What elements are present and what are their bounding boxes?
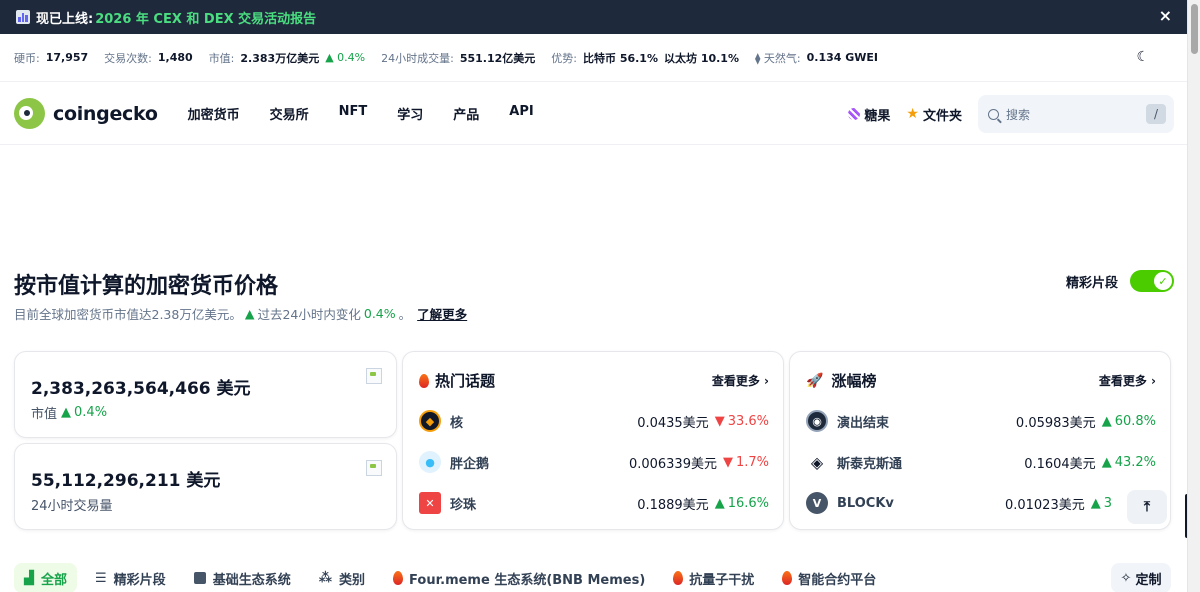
trending-row[interactable]: ● 胖企鹅 0.006339美元 ▼ 1.7% [419,450,769,474]
close-icon[interactable]: × [1159,8,1172,24]
gainer-row[interactable]: ◈ 斯泰克斯通 0.1604美元 ▲ 43.2% [806,450,1156,474]
tab-base-ecosystem[interactable]: 基础生态系统 [193,563,301,592]
stat-coins[interactable]: 硬币: 17,957 [14,50,88,66]
stakestone-coin-icon: ◈ [806,451,828,473]
showover-coin-icon: ◉ [806,410,828,432]
scrollbar-thumb[interactable] [1191,4,1198,54]
sparkline-image [366,368,382,384]
global-stats-bar: 硬币: 17,957 交易次数: 1,480 市值: 2.383万亿美元 ▲ 0.4% … [0,34,1187,82]
fire-icon [393,571,404,585]
nav-item-nft[interactable]: NFT [339,104,368,123]
page-subtitle: 目前全球加密货币市值达2.38万亿美元。 ▲ 过去24小时内变化 0.4% 。 … [14,304,468,323]
market-cap-card[interactable]: 2,383,263,564,466 美元 市值 ▲ 0.4% [14,351,397,438]
tab-all[interactable]: ▟ 全部 [14,563,78,592]
caret-up-icon: ▲ [714,495,725,511]
arrow-up-icon: ⤒ [1143,499,1151,515]
chart-icon: ▟ [24,570,34,586]
nav-item-products[interactable]: 产品 [453,104,479,123]
stat-market-cap[interactable]: 市值: 2.383万亿美元 ▲ 0.4% [209,50,365,66]
trending-title: 热门话题 [419,370,495,391]
star-icon: ★ [906,106,919,122]
pearl-coin-icon: ✕ [419,492,441,514]
nav-menu: 加密货币 交易所 NFT 学习 产品 API [188,104,534,123]
page-title: 按市值计算的加密货币价格 [14,274,279,299]
gecko-icon [14,98,45,129]
tab-quantum-resistant[interactable]: 抗量子干扰 [673,563,764,592]
fire-icon [782,571,793,585]
stat-gas[interactable]: ⧫ 天然气: 0.134 GWEI [755,50,878,66]
search-shortcut-key: / [1146,104,1166,124]
sparkle-icon: ✧ [1120,570,1132,586]
announcement-bar: 现已上线: 2026 年 CEX 和 DEX 交易活动报告 × [0,0,1200,34]
learn-more-link[interactable]: 了解更多 [417,304,467,323]
stat-volume[interactable]: 24小时成交量: 551.12亿美元 [381,50,535,66]
caret-down-icon: ▼ [722,454,733,470]
search-input[interactable]: 搜索 / [978,95,1174,133]
tab-four-meme[interactable]: Four.meme 生态系统(BNB Memes) [393,563,655,592]
search-icon [988,108,999,120]
category-tabs: ▟ 全部 ☰ 精彩片段 基础生态系统 ⁂ 类别 Four.meme 生态系统(BNB … [14,563,904,592]
nav-right: 糖果 ★ 文件夹 搜索 / [848,95,1187,133]
fire-icon [419,373,429,388]
caret-up-icon: ▲ [1090,495,1101,511]
main-nav: coingecko 加密货币 交易所 NFT 学习 产品 API 糖果 ★ 文件夹… [0,83,1187,145]
trending-row[interactable]: ✕ 珍珠 0.1889美元 ▲ 16.6% [419,491,769,515]
gainer-row[interactable]: V BLOCKv 0.01023美元 ▲ 3 [806,491,1112,515]
portfolio-link[interactable]: ★ 文件夹 [906,105,962,124]
caret-up-icon: ▲ [1101,413,1112,429]
trending-card: 热门话题 查看更多 › ◆ 核 0.0435美元 ▼ 33.6% ● 胖企鹅 0… [402,351,784,530]
gainers-see-more-link[interactable]: 查看更多 › [1099,372,1156,389]
volume-card[interactable]: 55,112,296,211 美元 24小时交易量 [14,443,397,530]
back-to-top-button[interactable]: ⤒ [1127,490,1167,524]
announcement-link[interactable]: 2026 年 CEX 和 DEX 交易活动报告 [95,8,316,27]
tab-categories[interactable]: ⁂ 类别 [319,563,375,592]
customize-button[interactable]: ✧ 定制 [1111,563,1171,592]
bar-chart-icon [16,10,30,24]
nav-item-api[interactable]: API [509,104,533,123]
fire-icon [673,571,684,585]
stat-exchanges[interactable]: 交易次数: 1,480 [104,50,193,66]
volume-label: 24小时交易量 [31,499,113,514]
highlights-label: 精彩片段 [1065,275,1118,291]
caret-up-icon: ▲ [1101,454,1112,470]
penguin-coin-icon: ● [419,451,441,473]
list-icon: ☰ [95,570,107,586]
nav-item-learn[interactable]: 学习 [397,104,423,123]
nucleus-coin-icon: ◆ [419,410,441,432]
announcement-lead: 现已上线: [36,11,94,27]
stat-dominance[interactable]: 优势: 比特币 56.1% 以太坊 10.1% [551,50,739,66]
blockv-coin-icon: V [806,492,828,514]
candy-link[interactable]: 糖果 [848,105,890,124]
coingecko-logo[interactable]: coingecko [14,98,158,129]
trending-row[interactable]: ◆ 核 0.0435美元 ▼ 33.6% [419,409,769,433]
search-placeholder: 搜索 [1006,107,1031,122]
trending-see-more-link[interactable]: 查看更多 › [712,372,769,389]
caret-up-icon: ▲ [61,405,72,420]
tab-smart-contract[interactable]: 智能合约平台 [782,563,886,592]
tab-highlights[interactable]: ☰ 精彩片段 [95,563,176,592]
base-icon [193,572,206,584]
logo-text: coingecko [53,102,158,125]
rocket-icon: 🚀 [806,372,824,389]
top-gainers-card: 🚀 涨幅榜 查看更多 › ◉ 演出结束 0.05983美元 ▲ 60.8% ◈ 斯… [789,351,1171,530]
gainer-row[interactable]: ◉ 演出结束 0.05983美元 ▲ 60.8% [806,409,1156,433]
market-cap-label: 市值 ▲ 0.4% [31,405,108,422]
sparkline-image [366,460,382,476]
volume-value: 55,112,296,211 美元 [31,471,221,491]
candy-icon [848,108,861,120]
check-icon: ✓ [1154,272,1172,290]
shapes-icon: ⁂ [318,570,333,586]
nav-item-exchanges[interactable]: 交易所 [270,104,309,123]
highlights-toggle: 精彩片段 ✓ [1066,270,1174,292]
caret-up-icon: ▲ [244,306,255,321]
nav-item-cryptocurrencies[interactable]: 加密货币 [188,104,240,123]
market-cap-value: 2,383,263,564,466 美元 [31,379,251,399]
caret-down-icon: ▼ [714,413,725,429]
page-scrollbar[interactable] [1187,0,1200,592]
gainers-title: 🚀 涨幅榜 [806,372,877,390]
dark-mode-moon-icon[interactable]: ☾ [1136,49,1149,65]
highlights-switch[interactable]: ✓ [1130,270,1174,292]
